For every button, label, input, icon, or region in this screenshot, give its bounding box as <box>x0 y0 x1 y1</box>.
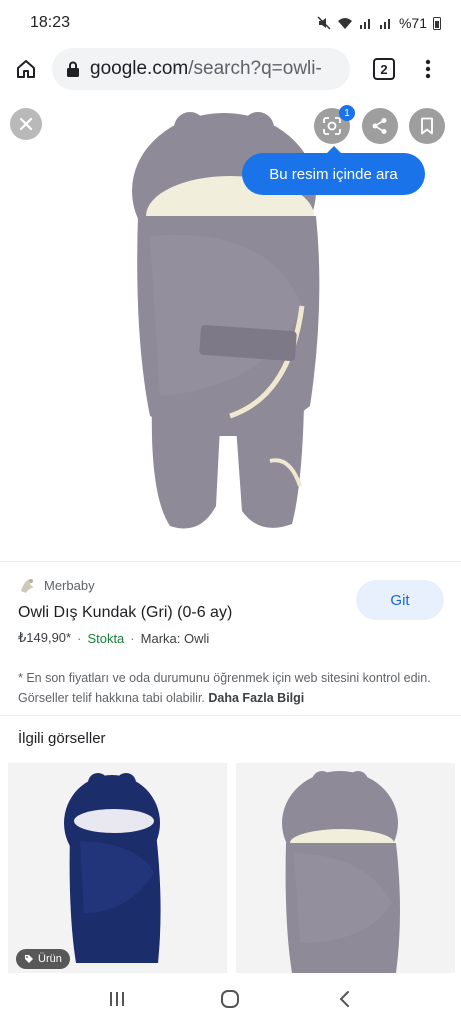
price: ₺149,90* <box>18 630 72 645</box>
result-title[interactable]: Owli Dış Kundak (Gri) (0-6 ay) <box>18 604 232 622</box>
url-domain: google.com <box>90 58 189 79</box>
more-menu-button[interactable] <box>410 46 446 92</box>
product-badge-label: Ürün <box>38 953 62 965</box>
related-image-1[interactable]: Ürün <box>8 763 227 973</box>
save-button[interactable] <box>409 108 445 144</box>
result-meta: ₺149,90* · Stokta · Marka: Owli <box>18 630 209 646</box>
search-in-image-tooltip[interactable]: Bu resim içinde ara <box>242 153 425 195</box>
close-icon <box>19 117 33 131</box>
battery-percent: %71 <box>398 15 427 31</box>
close-button[interactable] <box>10 108 42 140</box>
status-bar: 18:23 %71 <box>0 0 461 46</box>
visit-button[interactable]: Git <box>356 580 444 620</box>
lens-badge: 1 <box>339 105 355 121</box>
battery-icon <box>433 17 441 30</box>
gray-swaddle-image <box>282 771 400 973</box>
share-button[interactable] <box>362 108 398 144</box>
related-images-title: İlgili görseller <box>18 730 106 747</box>
home-circle-icon <box>221 990 240 1008</box>
merbaby-logo-icon <box>21 579 34 593</box>
home-button[interactable] <box>0 46 52 92</box>
disclaimer: * En son fiyatları ve oda durumunu öğren… <box>18 668 448 708</box>
system-nav-bar <box>0 974 461 1024</box>
navy-swaddle-image <box>64 773 161 963</box>
recents-button[interactable] <box>97 979 137 1019</box>
lens-icon <box>323 117 341 135</box>
product-badge: Ürün <box>16 949 70 969</box>
address-bar[interactable]: google.com/search?q=owli- <box>52 48 350 90</box>
status-icons: %71 <box>317 15 441 31</box>
share-icon <box>372 118 387 134</box>
tag-icon <box>25 955 33 963</box>
home-icon <box>17 60 35 78</box>
more-info-link[interactable]: Daha Fazla Bilgi <box>208 691 304 705</box>
browser-toolbar: google.com/search?q=owli- 2 <box>0 46 461 92</box>
divider <box>0 715 461 716</box>
signal-icon <box>359 19 370 29</box>
more-vert-icon <box>425 59 431 79</box>
source-name: Merbaby <box>44 577 95 593</box>
related-image-2[interactable] <box>236 763 455 973</box>
lock-icon <box>67 61 79 77</box>
divider <box>0 561 461 562</box>
source-row[interactable]: Merbaby <box>18 575 95 595</box>
separator-dot: · <box>130 630 135 646</box>
mute-icon <box>317 16 331 30</box>
bookmark-icon <box>421 117 433 135</box>
tab-switcher-button[interactable]: 2 <box>358 46 410 92</box>
back-button[interactable] <box>324 979 364 1019</box>
status-time: 18:23 <box>30 14 71 31</box>
wifi-icon <box>337 18 352 29</box>
tab-count: 2 <box>373 58 395 80</box>
home-nav-button[interactable] <box>210 979 250 1019</box>
signal-icon-2 <box>379 19 390 29</box>
image-viewer: 1 Bu resim içinde ara <box>0 100 461 560</box>
separator-dot: · <box>77 630 82 646</box>
stock-status: Stokta <box>87 630 125 646</box>
recents-icon <box>109 992 124 1006</box>
url-text: google.com/search?q=owli- <box>90 58 322 80</box>
brand: Marka: Owli <box>140 630 210 646</box>
back-icon <box>339 991 350 1007</box>
url-path: /search?q=owli- <box>188 58 322 79</box>
